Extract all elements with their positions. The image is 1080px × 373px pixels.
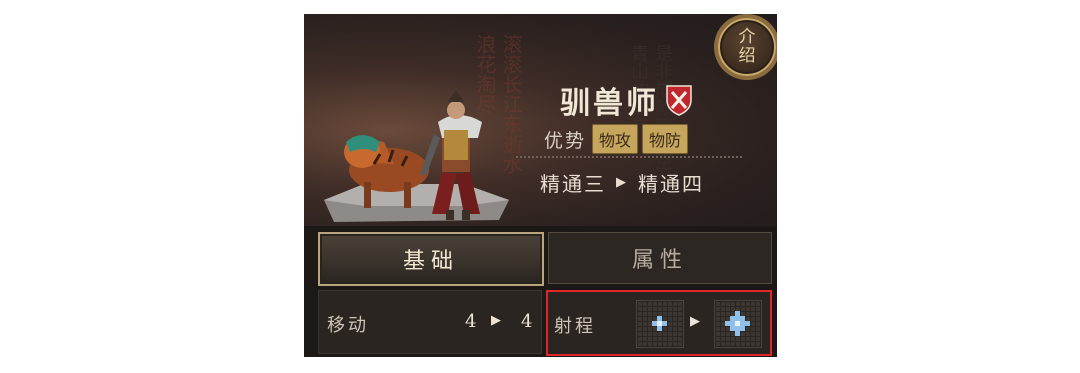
range-cell <box>740 326 745 331</box>
intro-button[interactable]: 介 绍 <box>718 18 776 76</box>
move-next-value: 4 <box>521 311 533 332</box>
range-cell <box>745 321 750 326</box>
move-label: 移动 <box>327 315 369 336</box>
intro-button-label-1: 介 <box>738 27 756 47</box>
play-triangle-icon: ▶ <box>690 314 700 329</box>
unit-title-row: 驯兽师 <box>560 82 693 121</box>
unit-info-panel: 滚滚长江东逝水浪花淘尽 是非成败转头空青山依旧在 介 绍 驯兽师 优势 物攻 物… <box>304 14 777 357</box>
tab-attributes-label: 属性 <box>631 248 688 273</box>
mastery-row: 精通三 ▶ 精通四 <box>540 168 704 197</box>
intro-button-label-2: 绍 <box>738 46 756 66</box>
play-triangle-icon: ▶ <box>616 175 628 190</box>
range-grid-next-icon <box>714 300 762 348</box>
tab-attributes[interactable]: 属性 <box>548 232 772 284</box>
range-stat-box: 射程 ▶ <box>546 290 772 356</box>
advantage-row: 优势 物攻 物防 <box>544 124 689 154</box>
move-stat-box: 移动 4 ▶ 4 <box>318 290 542 354</box>
play-triangle-icon: ▶ <box>491 313 501 328</box>
move-current-value: 4 <box>465 311 477 332</box>
range-grid-current-icon <box>636 300 684 348</box>
advantage-tag-physical-attack: 物攻 <box>592 124 639 154</box>
range-cell <box>657 326 662 331</box>
unit-portrait-area: 滚滚长江东逝水浪花淘尽 是非成败转头空青山依旧在 介 绍 驯兽师 优势 物攻 物… <box>304 14 777 226</box>
dotted-divider <box>516 156 742 159</box>
beast-tamer-character-image <box>344 90 482 220</box>
advantage-label: 优势 <box>544 129 587 152</box>
tab-basic[interactable]: 基础 <box>318 232 544 286</box>
range-cell <box>735 331 740 336</box>
tab-basic-label: 基础 <box>402 249 459 274</box>
range-label: 射程 <box>554 316 596 337</box>
range-cell <box>662 321 667 326</box>
mastery-current: 精通三 <box>540 172 606 196</box>
unit-name: 驯兽师 <box>560 86 659 121</box>
advantage-tag-physical-defense: 物防 <box>642 124 689 154</box>
shield-crossed-swords-icon <box>666 85 692 116</box>
mastery-next: 精通四 <box>638 172 704 196</box>
